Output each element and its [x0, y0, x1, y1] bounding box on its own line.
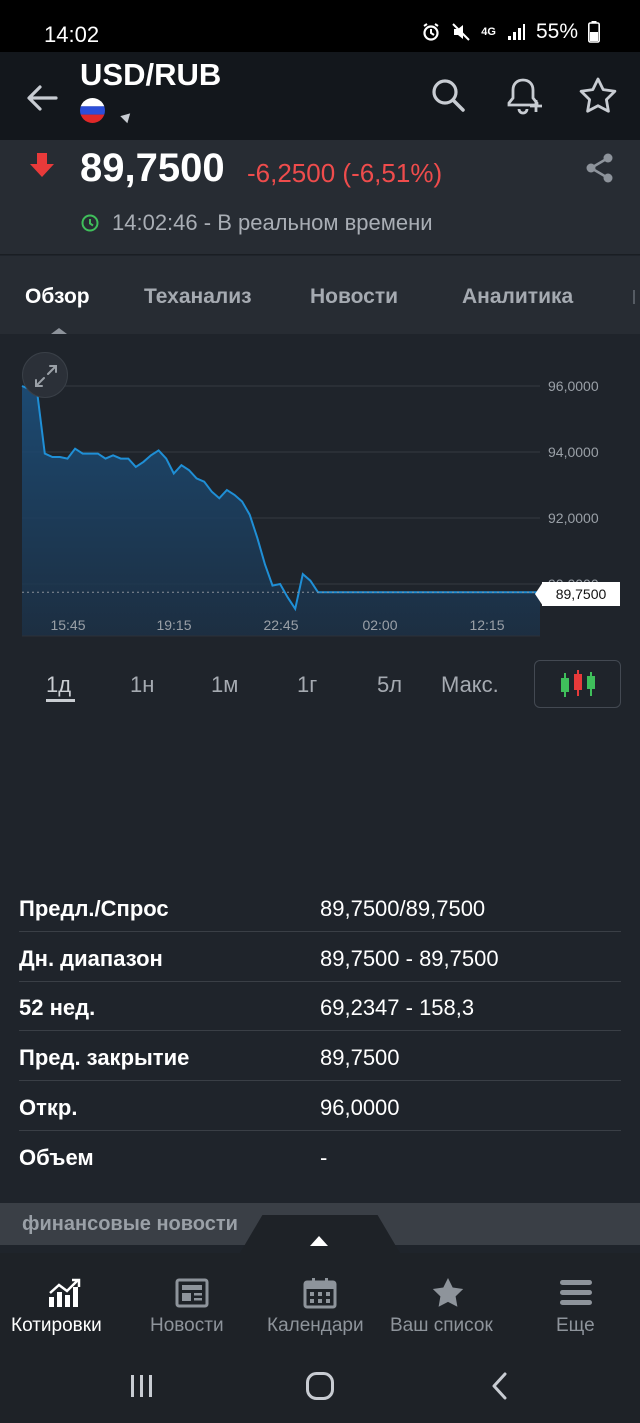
- nav-calendars[interactable]: Календари: [256, 1253, 384, 1351]
- range-1-year[interactable]: 1г: [297, 672, 317, 698]
- add-alert-bell-icon[interactable]: [503, 74, 547, 118]
- y-tick-label: 96,0000: [548, 378, 599, 394]
- battery-icon: [588, 21, 600, 43]
- page-title: USD/RUB: [80, 57, 222, 92]
- nav-watchlist[interactable]: Ваш список: [384, 1253, 512, 1351]
- nav-label: Ваш список: [390, 1315, 493, 1336]
- bottom-navigation: Котировки Новости Календари Ваш список Е…: [0, 1253, 640, 1351]
- stat-value: 96,0000: [320, 1095, 400, 1120]
- current-price: 89,7500: [80, 146, 225, 190]
- expand-panel-tab[interactable]: [240, 1215, 400, 1253]
- news-icon: [175, 1278, 209, 1308]
- alarm-icon: [423, 23, 439, 41]
- stat-row-day-range: Дн. диапазон 89,7500 - 89,7500: [19, 932, 621, 982]
- search-icon[interactable]: [427, 74, 471, 118]
- tab-news[interactable]: Новости: [310, 285, 398, 309]
- stat-value: 89,7500/89,7500: [320, 896, 486, 921]
- star-icon: [432, 1278, 464, 1307]
- stat-label: Предл./Спрос: [19, 896, 169, 921]
- realtime-timestamp: 14:02:46 - В реальном времени: [112, 210, 433, 235]
- battery-percent: 55%: [535, 20, 578, 43]
- tab-scroll-edge: [633, 290, 635, 304]
- stat-label: Объем: [19, 1145, 94, 1170]
- y-tick-label: 92,0000: [548, 510, 599, 526]
- system-navigation-bar: [0, 1351, 640, 1423]
- price-change: -6,2500 (-6,51%): [247, 158, 443, 188]
- range-max[interactable]: Макс.: [441, 672, 499, 698]
- nav-more[interactable]: Еще: [512, 1253, 640, 1351]
- nav-news[interactable]: Новости: [128, 1253, 256, 1351]
- stat-row-open: Откр. 96,0000: [19, 1081, 621, 1131]
- tab-bar: Обзор Теханализ Новости Аналитика: [0, 256, 640, 334]
- status-bar: 14:02 4G 55%: [0, 0, 640, 52]
- candlestick-chart-toggle-button[interactable]: [534, 660, 621, 708]
- range-active-underline: [46, 699, 75, 702]
- stat-row-prev-close: Пред. закрытие 89,7500: [19, 1031, 621, 1081]
- nav-label: Еще: [556, 1315, 595, 1336]
- range-1-day[interactable]: 1д: [46, 672, 71, 698]
- x-tick-label: 19:15: [156, 617, 191, 633]
- mute-icon: [452, 23, 470, 41]
- stat-label: Дн. диапазон: [19, 946, 163, 971]
- price-area-fill: [22, 386, 540, 636]
- nav-label: Котировки: [11, 1315, 102, 1336]
- stat-value: -: [320, 1145, 328, 1170]
- x-tick-label: 02:00: [362, 617, 397, 633]
- star-favorite-icon[interactable]: [576, 74, 620, 118]
- price-down-arrow-icon: [30, 153, 54, 177]
- expand-icon: [35, 365, 57, 387]
- status-time: 14:02: [44, 22, 100, 47]
- expand-chart-button[interactable]: [22, 352, 68, 398]
- stat-row-52-week: 52 нед. 69,2347 - 158,3: [19, 981, 621, 1031]
- share-icon[interactable]: [584, 152, 616, 184]
- home-icon[interactable]: [305, 1371, 335, 1401]
- stat-value: 89,7500: [320, 1045, 400, 1070]
- calendar-icon: [303, 1278, 337, 1309]
- quote-panel: 89,7500 -6,2500 (-6,51%) 14:02:46 - В ре…: [0, 140, 640, 255]
- range-1-week[interactable]: 1н: [130, 672, 154, 698]
- candlestick-icon: [561, 670, 595, 697]
- y-tick-label: 94,0000: [548, 444, 599, 460]
- x-tick-label: 15:45: [50, 617, 85, 633]
- stat-label: Откр.: [19, 1095, 78, 1120]
- recent-apps-icon[interactable]: [128, 1373, 156, 1399]
- stat-label: Пред. закрытие: [19, 1045, 190, 1070]
- menu-icon: [560, 1280, 592, 1305]
- russia-flag-icon[interactable]: [80, 98, 105, 123]
- stat-value: 69,2347 - 158,3: [320, 995, 475, 1020]
- stat-label: 52 нед.: [19, 995, 96, 1020]
- stat-row-volume: Объем -: [19, 1131, 621, 1181]
- stat-value: 89,7500 - 89,7500: [320, 946, 499, 971]
- tab-technical-analysis[interactable]: Теханализ: [144, 285, 252, 309]
- tab-overview[interactable]: Обзор: [25, 285, 90, 309]
- app-header: USD/RUB: [0, 52, 640, 140]
- news-section-title: финансовые новости: [22, 1213, 238, 1235]
- flag-dropdown-caret-icon[interactable]: [120, 109, 134, 124]
- current-price-tag: 89,7500: [542, 582, 620, 606]
- range-5-years[interactable]: 5л: [377, 672, 402, 698]
- nav-quotes[interactable]: Котировки: [0, 1253, 128, 1351]
- signal-icon: [507, 24, 525, 40]
- range-1-month[interactable]: 1м: [211, 672, 238, 698]
- quotes-chart-icon: [49, 1278, 81, 1307]
- system-back-icon[interactable]: [488, 1371, 512, 1401]
- chevron-up-icon[interactable]: [310, 1236, 328, 1246]
- back-arrow-icon[interactable]: [22, 78, 62, 118]
- nav-label: Календари: [267, 1315, 364, 1336]
- stat-row-bid-ask: Предл./Спрос 89,7500/89,7500: [19, 882, 621, 932]
- status-icons: 4G 55%: [421, 20, 600, 44]
- clock-icon: [81, 214, 99, 232]
- tab-analytics[interactable]: Аналитика: [462, 285, 573, 309]
- network-type: 4G: [481, 26, 496, 38]
- x-tick-label: 22:45: [263, 617, 298, 633]
- x-tick-label: 12:15: [469, 617, 504, 633]
- nav-label: Новости: [150, 1315, 224, 1336]
